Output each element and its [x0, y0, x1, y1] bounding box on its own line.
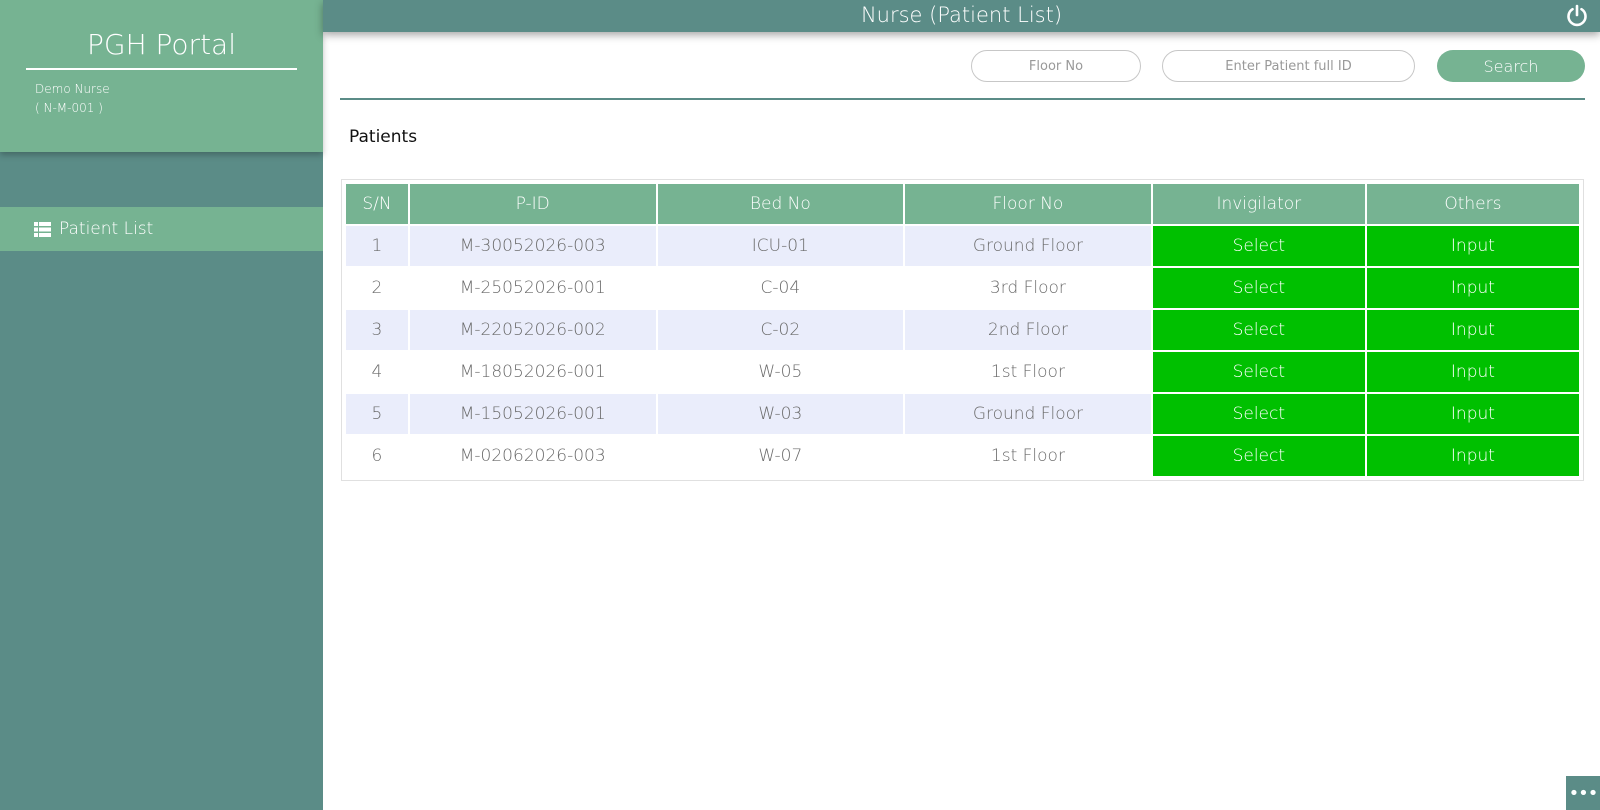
select-invigilator-button[interactable]: Select: [1152, 226, 1365, 266]
column-header-invigilator: Invigilator: [1152, 184, 1365, 224]
user-id: ( N-M-001 ): [35, 101, 103, 115]
table-row: 6 M-02062026-003 W-07 1st Floor Select I…: [346, 436, 1579, 476]
brand-title: PGH Portal: [26, 26, 297, 70]
column-header-floor: Floor No: [905, 184, 1151, 224]
search-button[interactable]: Search: [1437, 50, 1585, 82]
user-name: Demo Nurse: [35, 82, 110, 96]
cell-pid: M-30052026-003: [409, 226, 656, 266]
cell-sn: 1: [346, 226, 408, 266]
brand-panel: PGH Portal Demo Nurse ( N-M-001 ): [0, 0, 323, 152]
cell-sn: 6: [346, 436, 408, 476]
select-invigilator-button[interactable]: Select: [1152, 310, 1365, 350]
cell-bed: W-05: [657, 352, 904, 392]
table-row: 3 M-22052026-002 C-02 2nd Floor Select I…: [346, 310, 1579, 350]
cell-bed: ICU-01: [657, 226, 904, 266]
column-header-bed: Bed No: [657, 184, 904, 224]
table-row: 1 M-30052026-003 ICU-01 Ground Floor Sel…: [346, 226, 1579, 266]
sidebar-item-patient-list[interactable]: Patient List: [0, 207, 323, 251]
top-bar: Nurse (Patient List): [323, 0, 1600, 32]
cell-bed: W-07: [657, 436, 904, 476]
cell-floor: 1st Floor: [905, 436, 1151, 476]
cell-bed: C-04: [657, 268, 904, 308]
select-invigilator-button[interactable]: Select: [1152, 394, 1365, 434]
select-invigilator-button[interactable]: Select: [1152, 352, 1365, 392]
table-row: 2 M-25052026-001 C-04 3rd Floor Select I…: [346, 268, 1579, 308]
cell-pid: M-15052026-001: [409, 394, 656, 434]
select-invigilator-button[interactable]: Select: [1152, 268, 1365, 308]
patients-table-container: S/N P-ID Bed No Floor No Invigilator Oth…: [341, 179, 1584, 481]
table-row: 4 M-18052026-001 W-05 1st Floor Select I…: [346, 352, 1579, 392]
power-icon[interactable]: [1565, 4, 1589, 28]
cell-bed: C-02: [657, 310, 904, 350]
cell-floor: Ground Floor: [905, 226, 1151, 266]
cell-floor: 3rd Floor: [905, 268, 1151, 308]
floor-no-input[interactable]: [971, 50, 1141, 82]
cell-floor: Ground Floor: [905, 394, 1151, 434]
input-others-button[interactable]: Input: [1366, 268, 1579, 308]
more-dots-icon[interactable]: •••: [1566, 776, 1600, 810]
patients-table: S/N P-ID Bed No Floor No Invigilator Oth…: [344, 182, 1581, 478]
cell-sn: 5: [346, 394, 408, 434]
table-row: 5 M-15052026-001 W-03 Ground Floor Selec…: [346, 394, 1579, 434]
list-icon: [34, 221, 51, 237]
cell-pid: M-18052026-001: [409, 352, 656, 392]
patient-id-input[interactable]: [1162, 50, 1415, 82]
sidebar: PGH Portal Demo Nurse ( N-M-001 ) Patien…: [0, 0, 323, 810]
cell-bed: W-03: [657, 394, 904, 434]
divider: [340, 98, 1585, 100]
table-header-row: S/N P-ID Bed No Floor No Invigilator Oth…: [346, 184, 1579, 224]
section-title: Patients: [349, 127, 418, 147]
cell-floor: 1st Floor: [905, 352, 1151, 392]
cell-pid: M-25052026-001: [409, 268, 656, 308]
select-invigilator-button[interactable]: Select: [1152, 436, 1365, 476]
cell-floor: 2nd Floor: [905, 310, 1151, 350]
input-others-button[interactable]: Input: [1366, 436, 1579, 476]
cell-pid: M-22052026-002: [409, 310, 656, 350]
input-others-button[interactable]: Input: [1366, 226, 1579, 266]
column-header-others: Others: [1366, 184, 1579, 224]
cell-sn: 4: [346, 352, 408, 392]
user-info: Demo Nurse ( N-M-001 ): [35, 80, 110, 118]
input-others-button[interactable]: Input: [1366, 394, 1579, 434]
cell-sn: 3: [346, 310, 408, 350]
input-others-button[interactable]: Input: [1366, 352, 1579, 392]
sidebar-item-label: Patient List: [59, 219, 154, 239]
cell-sn: 2: [346, 268, 408, 308]
column-header-pid: P-ID: [409, 184, 656, 224]
cell-pid: M-02062026-003: [409, 436, 656, 476]
input-others-button[interactable]: Input: [1366, 310, 1579, 350]
page-title: Nurse (Patient List): [860, 3, 1063, 27]
column-header-sn: S/N: [346, 184, 408, 224]
